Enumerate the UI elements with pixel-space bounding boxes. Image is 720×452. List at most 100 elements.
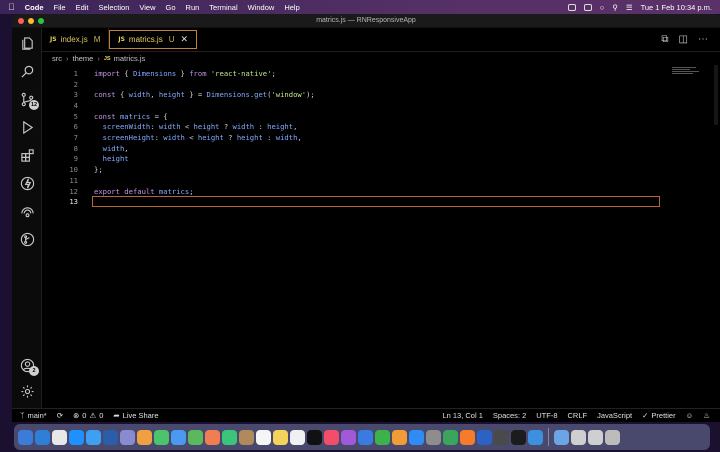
encoding[interactable]: UTF-8 [536, 411, 557, 420]
contacts-icon[interactable] [239, 429, 254, 445]
menu-file[interactable]: File [54, 3, 66, 12]
code-line[interactable]: 12 export default matrics; [42, 186, 193, 197]
photos-app-icon[interactable] [205, 429, 220, 445]
menu-view[interactable]: View [139, 3, 155, 12]
wifi-icon[interactable]: ○ [600, 3, 605, 12]
maps-icon[interactable] [188, 429, 203, 445]
calendar-icon[interactable] [256, 429, 271, 445]
sync-icon[interactable]: ⟳ [57, 411, 63, 420]
facetime-icon[interactable] [222, 429, 237, 445]
control-center-icon[interactable]: ☰ [626, 3, 633, 12]
folder-icon[interactable] [554, 429, 569, 445]
android-studio-icon[interactable] [443, 429, 458, 445]
search-view-icon[interactable] [18, 62, 36, 80]
podcasts-icon[interactable] [341, 429, 356, 445]
notes-icon[interactable] [273, 429, 288, 445]
split-editor-icon[interactable]: ◫ [679, 34, 688, 45]
end-of-line[interactable]: CRLF [568, 411, 588, 420]
code-line[interactable]: 2 [42, 79, 78, 90]
breadcrumb-theme[interactable]: theme [73, 54, 94, 63]
run-debug-icon[interactable] [18, 118, 36, 136]
apple-icon[interactable]:  [8, 2, 15, 12]
breadcrumb-src[interactable]: src [52, 54, 62, 63]
cursor-position[interactable]: Ln 13, Col 1 [442, 411, 482, 420]
simulator-icon[interactable] [528, 429, 543, 445]
menu-go[interactable]: Go [166, 3, 176, 12]
messages-icon[interactable] [154, 429, 169, 445]
notifications-bell-icon[interactable]: ♨ [703, 411, 710, 420]
code-line[interactable]: 11 [42, 175, 78, 186]
search-icon[interactable]: ⚲ [612, 3, 618, 12]
skype-icon[interactable] [69, 429, 84, 445]
pages-icon[interactable] [392, 429, 407, 445]
problems-indicator[interactable]: ⊗ 0 ⚠ 0 [73, 411, 103, 420]
indentation[interactable]: Spaces: 2 [493, 411, 526, 420]
window-icon[interactable] [571, 429, 586, 445]
remote-explorer-icon[interactable] [18, 202, 36, 220]
appstore-icon[interactable] [409, 429, 424, 445]
explorer-icon[interactable] [18, 34, 36, 52]
sublime-icon[interactable] [460, 429, 475, 445]
menu-run[interactable]: Run [186, 3, 200, 12]
gitlens-icon[interactable] [18, 230, 36, 248]
tab-matrics-js[interactable]: JS matrics.js U ✕ [109, 30, 198, 49]
code-line[interactable]: 10}; [42, 164, 102, 175]
code-line[interactable]: 8 width, [42, 143, 129, 154]
reminders-icon[interactable] [290, 429, 305, 445]
code-line[interactable]: 1 import { Dimensions } from 'react-nativ… [42, 68, 276, 79]
launchpad-icon[interactable] [120, 429, 135, 445]
music-icon[interactable] [324, 429, 339, 445]
menu-terminal[interactable]: Terminal [209, 3, 237, 12]
live-share-button[interactable]: ➦ Live Share [113, 411, 158, 420]
extensions-icon[interactable] [18, 146, 36, 164]
more-actions-icon[interactable]: ⋯ [698, 34, 708, 45]
open-changes-icon[interactable]: ⧉ [661, 34, 668, 45]
numbers-icon[interactable] [375, 429, 390, 445]
prettier-button[interactable]: ✓ Prettier [642, 411, 675, 420]
manage-gear-icon[interactable] [18, 382, 36, 400]
pen-icon[interactable] [103, 429, 118, 445]
network-icon[interactable] [494, 429, 509, 445]
settings-icon[interactable] [426, 429, 441, 445]
source-control-icon[interactable]: 12 [18, 90, 39, 110]
close-tab-icon[interactable]: ✕ [180, 34, 188, 45]
menu-selection[interactable]: Selection [99, 3, 130, 12]
terminal-icon[interactable] [511, 429, 526, 445]
keynote-icon[interactable] [358, 429, 373, 445]
chrome-icon[interactable] [52, 429, 67, 445]
editor-scrollbar[interactable] [714, 65, 718, 125]
code-line[interactable]: 7 screenHeight: width < height ? height … [42, 132, 302, 143]
mail-icon[interactable] [171, 429, 186, 445]
menu-window[interactable]: Window [248, 3, 275, 12]
trash-icon[interactable] [605, 429, 620, 445]
git-branch[interactable]: ᛉ main* [20, 411, 47, 420]
word-icon[interactable] [477, 429, 492, 445]
feedback-icon[interactable]: ☺ [686, 411, 694, 420]
menu-edit[interactable]: Edit [76, 3, 89, 12]
breadcrumb-file[interactable]: matrics.js [114, 54, 146, 63]
photos-icon[interactable] [137, 429, 152, 445]
code-line[interactable]: 13 [42, 196, 78, 207]
language-mode[interactable]: JavaScript [597, 411, 632, 420]
vscode-icon[interactable] [35, 429, 50, 445]
code-line[interactable]: 9 height [42, 154, 129, 165]
menubar-datetime[interactable]: Tue 1 Feb 10:34 p.m. [641, 3, 712, 12]
code-line[interactable]: 6 screenWidth: width < height ? width : … [42, 122, 298, 133]
code-line[interactable]: 3 const { width, height } = Dimensions.ge… [42, 89, 315, 100]
thunder-client-icon[interactable] [18, 174, 36, 192]
tab-index-js[interactable]: JS index.js M [42, 28, 110, 51]
code-line[interactable]: 4 [42, 100, 78, 111]
safari-icon[interactable] [86, 429, 101, 445]
minimap[interactable] [672, 67, 702, 79]
accounts-icon[interactable]: 2 [18, 356, 39, 376]
menu-app-name[interactable]: Code [25, 3, 44, 12]
battery-icon[interactable] [583, 3, 592, 11]
code-editor[interactable]: 1 import { Dimensions } from 'react-nativ… [42, 65, 720, 408]
finder-icon[interactable] [18, 429, 33, 445]
tv-icon[interactable] [307, 429, 322, 445]
menubar-status-icon[interactable] [567, 3, 576, 11]
window2-icon[interactable] [588, 429, 603, 445]
menu-help[interactable]: Help [284, 3, 299, 12]
code-line[interactable]: 5 const matrics = { [42, 111, 168, 122]
